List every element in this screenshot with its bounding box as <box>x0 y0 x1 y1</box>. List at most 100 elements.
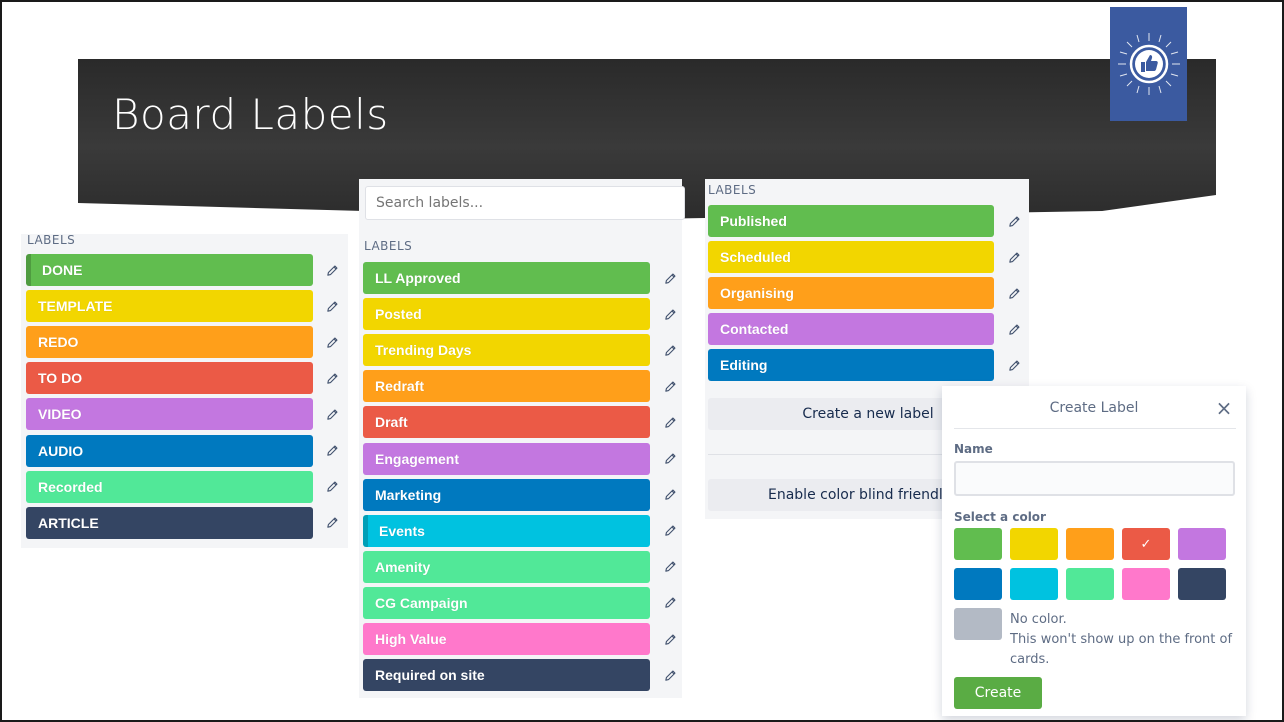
color-swatch[interactable]: ✓ <box>1122 528 1170 560</box>
popover-title: Create Label <box>1049 400 1139 416</box>
label-item[interactable]: LL Approved <box>363 262 650 294</box>
pencil-icon <box>664 561 676 572</box>
label-item[interactable]: Posted <box>363 298 650 331</box>
edit-label-icon[interactable] <box>323 261 341 279</box>
label-text: TEMPLATE <box>38 298 113 315</box>
close-icon[interactable]: × <box>1214 396 1234 420</box>
pencil-icon <box>664 633 676 645</box>
edit-label-icon[interactable] <box>323 405 341 423</box>
label-item[interactable]: Required on site <box>363 659 650 692</box>
pencil-icon <box>326 409 338 420</box>
label-item[interactable]: Editing <box>708 349 994 382</box>
edit-label-icon[interactable] <box>661 341 679 359</box>
edit-label-icon[interactable] <box>323 442 341 460</box>
thumbs-up-badge <box>1110 7 1187 121</box>
label-text: AUDIO <box>38 442 84 459</box>
edit-label-icon[interactable] <box>323 297 341 315</box>
edit-label-icon[interactable] <box>661 377 679 395</box>
color-swatch[interactable] <box>954 568 1002 600</box>
label-item[interactable]: REDO <box>26 326 313 359</box>
color-swatch[interactable] <box>1066 568 1114 600</box>
label-item[interactable]: CG Campaign <box>363 586 650 619</box>
search-labels-input[interactable] <box>365 186 685 220</box>
label-text: REDO <box>38 334 79 351</box>
color-swatch[interactable] <box>1010 528 1058 560</box>
label-item[interactable]: Engagement <box>363 442 650 475</box>
no-color-text: No color. This won't show up on the fron… <box>1010 610 1236 670</box>
pencil-icon <box>664 525 676 536</box>
label-item[interactable]: Organising <box>708 277 994 310</box>
edit-label-icon[interactable] <box>323 369 341 387</box>
color-swatch[interactable] <box>1066 528 1114 560</box>
label-item[interactable]: Redraft <box>363 370 650 403</box>
edit-label-icon[interactable] <box>661 450 679 468</box>
swatch-no-color[interactable] <box>954 608 1002 640</box>
label-item[interactable]: Marketing <box>363 478 650 511</box>
label-item[interactable]: Published <box>708 205 994 237</box>
pencil-icon <box>664 670 676 681</box>
label-item[interactable]: ARTICLE <box>26 506 313 539</box>
pencil-icon <box>326 373 338 384</box>
pencil-icon <box>1008 360 1020 371</box>
label-text: Recorded <box>38 478 103 495</box>
edit-label-icon[interactable] <box>661 558 679 576</box>
label-text: VIDEO <box>38 406 82 423</box>
edit-label-icon[interactable] <box>661 594 679 612</box>
label-item[interactable]: Scheduled <box>708 241 994 274</box>
select-color-label: Select a color <box>954 510 1046 524</box>
edit-label-icon[interactable] <box>1005 212 1023 230</box>
color-swatch[interactable] <box>1122 568 1170 600</box>
label-text: LL Approved <box>375 270 461 286</box>
edit-label-icon[interactable] <box>1005 284 1023 302</box>
label-item[interactable]: VIDEO <box>26 398 313 431</box>
edit-label-icon[interactable] <box>1005 248 1023 266</box>
pencil-icon <box>326 445 338 456</box>
label-text: Scheduled <box>720 249 791 266</box>
label-item[interactable]: Amenity <box>363 550 650 583</box>
label-text: Published <box>720 213 787 229</box>
no-color-description: This won't show up on the front of cards… <box>1010 632 1233 667</box>
pencil-icon <box>664 453 676 464</box>
label-text: Posted <box>375 306 422 323</box>
pencil-icon <box>664 417 676 428</box>
edit-label-icon[interactable] <box>661 486 679 504</box>
label-name-input[interactable] <box>954 461 1235 496</box>
label-item[interactable]: Events <box>363 514 650 547</box>
label-item[interactable]: TO DO <box>26 362 313 395</box>
edit-label-icon[interactable] <box>323 514 341 532</box>
color-swatch[interactable] <box>1010 568 1058 600</box>
color-swatch[interactable] <box>954 528 1002 560</box>
label-text: CG Campaign <box>375 594 468 611</box>
color-swatch[interactable] <box>1178 568 1226 600</box>
label-text: Required on site <box>375 667 485 684</box>
label-item[interactable]: DONE <box>26 254 313 286</box>
create-button[interactable]: Create <box>954 677 1042 709</box>
name-field-label: Name <box>954 442 993 456</box>
edit-label-icon[interactable] <box>323 333 341 351</box>
label-item[interactable]: TEMPLATE <box>26 290 313 323</box>
label-item[interactable]: Recorded <box>26 470 313 503</box>
edit-label-icon[interactable] <box>661 413 679 431</box>
label-item[interactable]: Draft <box>363 406 650 439</box>
pencil-icon <box>664 272 676 284</box>
color-swatch[interactable] <box>1178 528 1226 560</box>
pencil-icon <box>326 517 338 528</box>
label-item[interactable]: Contacted <box>708 313 994 346</box>
label-item[interactable]: AUDIO <box>26 434 313 467</box>
edit-label-icon[interactable] <box>661 630 679 648</box>
labels-panel-middle: LABELS LL Approved Posted Trending Days Red… <box>359 179 685 698</box>
edit-label-icon[interactable] <box>661 305 679 323</box>
pencil-icon <box>326 337 338 348</box>
check-icon: ✓ <box>1140 536 1152 552</box>
pencil-icon <box>664 309 676 320</box>
labels-heading: LABELS <box>27 233 76 247</box>
label-item[interactable]: Trending Days <box>363 334 650 367</box>
edit-label-icon[interactable] <box>661 522 679 540</box>
labels-panel-left: LABELS DONE TEMPLATE REDO TO DO VIDEO AUDIO Re… <box>21 233 348 548</box>
edit-label-icon[interactable] <box>1005 356 1023 374</box>
edit-label-icon[interactable] <box>661 269 679 287</box>
edit-label-icon[interactable] <box>1005 320 1023 338</box>
label-item[interactable]: High Value <box>363 623 650 655</box>
edit-label-icon[interactable] <box>323 478 341 496</box>
edit-label-icon[interactable] <box>661 666 679 684</box>
